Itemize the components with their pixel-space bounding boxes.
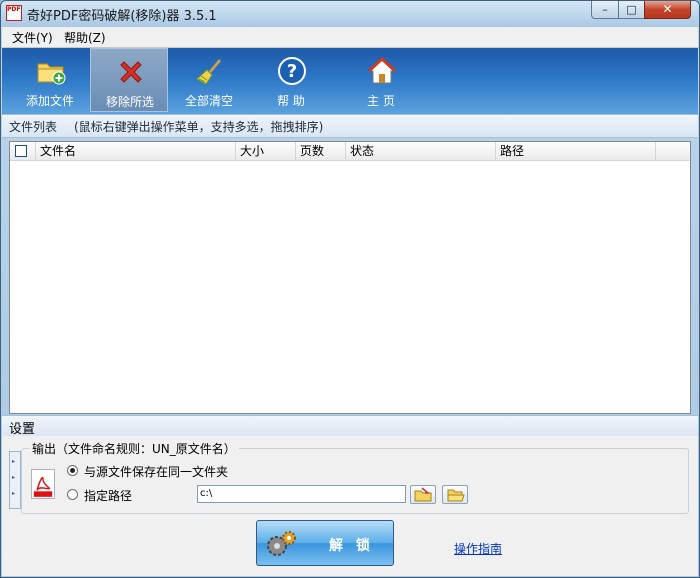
column-filename[interactable]: 文件名: [36, 142, 236, 160]
home-label: 主 页: [367, 94, 395, 108]
close-icon: ✕: [662, 2, 673, 16]
maximize-button[interactable]: □: [618, 1, 645, 19]
gears-icon: [267, 531, 296, 556]
add-folder-icon: [37, 63, 66, 85]
clear-all-label: 全部清空: [184, 94, 233, 108]
settings-label: 设置: [9, 422, 36, 437]
window-title: 奇好PDF密码破解(移除)器 3.5.1: [27, 9, 217, 24]
main-window: PDF 奇好PDF密码破解(移除)器 3.5.1 – □ ✕ 文件(Y) 帮助(…: [0, 0, 700, 578]
column-pages[interactable]: 页数: [296, 142, 346, 160]
app-icon-text: PDF: [7, 6, 21, 13]
remove-selected-label: 移除所选: [105, 95, 154, 109]
side-arrow-icon: ▸: [12, 474, 16, 481]
select-all-checkbox[interactable]: [15, 145, 27, 157]
column-status[interactable]: 状态: [346, 142, 496, 160]
open-folder-icon: [447, 489, 465, 502]
help-button[interactable]: ? 帮 助: [252, 48, 330, 112]
toolbar: 添加文件 移除所选 全部清空 ? 帮 助 主 页: [2, 48, 698, 114]
clear-all-button[interactable]: 全部清空: [170, 48, 248, 112]
help-icon: ?: [278, 57, 306, 85]
file-list-header: 文件列表 (鼠标右键弹出操作菜单，支持多选，拖拽排序): [2, 114, 698, 138]
home-icon: [367, 56, 397, 84]
folder-arrow-icon: [414, 487, 432, 502]
menu-file[interactable]: 文件(Y): [12, 29, 53, 46]
remove-x-icon: [120, 61, 142, 83]
pdf-app-icon: PDF: [6, 5, 22, 21]
home-button[interactable]: 主 页: [342, 48, 420, 112]
output-path-input[interactable]: c:\: [197, 485, 406, 503]
minimize-button[interactable]: –: [591, 1, 619, 19]
collapse-side-tab[interactable]: ▸ ▸ ▸: [9, 451, 21, 509]
maximize-icon: □: [626, 3, 637, 16]
file-list-column-header: 文件名 大小 页数 状态 路径: [10, 142, 690, 161]
help-label: 帮 助: [277, 94, 305, 108]
settings-panel: ▸ ▸ ▸ 输出（文件命名规则：UN_原文件名） 与源文件保存在同一文件夹 指定…: [2, 436, 698, 576]
unlock-button[interactable]: 解 锁: [256, 520, 394, 566]
side-arrow-icon: ▸: [12, 458, 16, 465]
title-bar[interactable]: PDF 奇好PDF密码破解(移除)器 3.5.1 – □ ✕: [1, 1, 699, 27]
guide-link[interactable]: 操作指南: [454, 540, 502, 557]
close-button[interactable]: ✕: [644, 1, 691, 19]
file-list-label: 文件列表: [9, 120, 58, 134]
output-group: 输出（文件命名规则：UN_原文件名） 与源文件保存在同一文件夹 指定路径 c:\: [21, 440, 689, 514]
minimize-icon: –: [602, 3, 608, 16]
svg-text:?: ?: [287, 61, 297, 82]
add-file-button[interactable]: 添加文件: [11, 48, 89, 112]
file-list[interactable]: 文件名 大小 页数 状态 路径: [9, 141, 691, 414]
custom-path-radio[interactable]: [67, 489, 78, 500]
menu-help[interactable]: 帮助(Z): [64, 29, 106, 46]
unlock-label: 解 锁: [329, 538, 374, 554]
broom-icon: [196, 59, 221, 85]
same-folder-radio[interactable]: [67, 465, 78, 476]
custom-path-label[interactable]: 指定路径: [84, 487, 132, 504]
output-group-title: 输出（文件命名规则：UN_原文件名）: [29, 440, 239, 457]
remove-selected-button[interactable]: 移除所选: [90, 48, 168, 112]
settings-header: 设置: [2, 415, 698, 437]
file-list-hint: (鼠标右键弹出操作菜单，支持多选，拖拽排序): [74, 120, 324, 134]
browse-folder-button[interactable]: [410, 485, 436, 504]
column-path[interactable]: 路径: [496, 142, 656, 160]
select-all-column[interactable]: [10, 142, 36, 160]
column-size[interactable]: 大小: [236, 142, 296, 160]
side-arrow-icon: ▸: [12, 490, 16, 497]
menu-bar: 文件(Y) 帮助(Z): [2, 27, 698, 48]
add-file-label: 添加文件: [25, 94, 74, 108]
open-folder-button[interactable]: [442, 485, 468, 504]
pdf-file-icon: [31, 469, 55, 499]
same-folder-label[interactable]: 与源文件保存在同一文件夹: [84, 463, 228, 480]
